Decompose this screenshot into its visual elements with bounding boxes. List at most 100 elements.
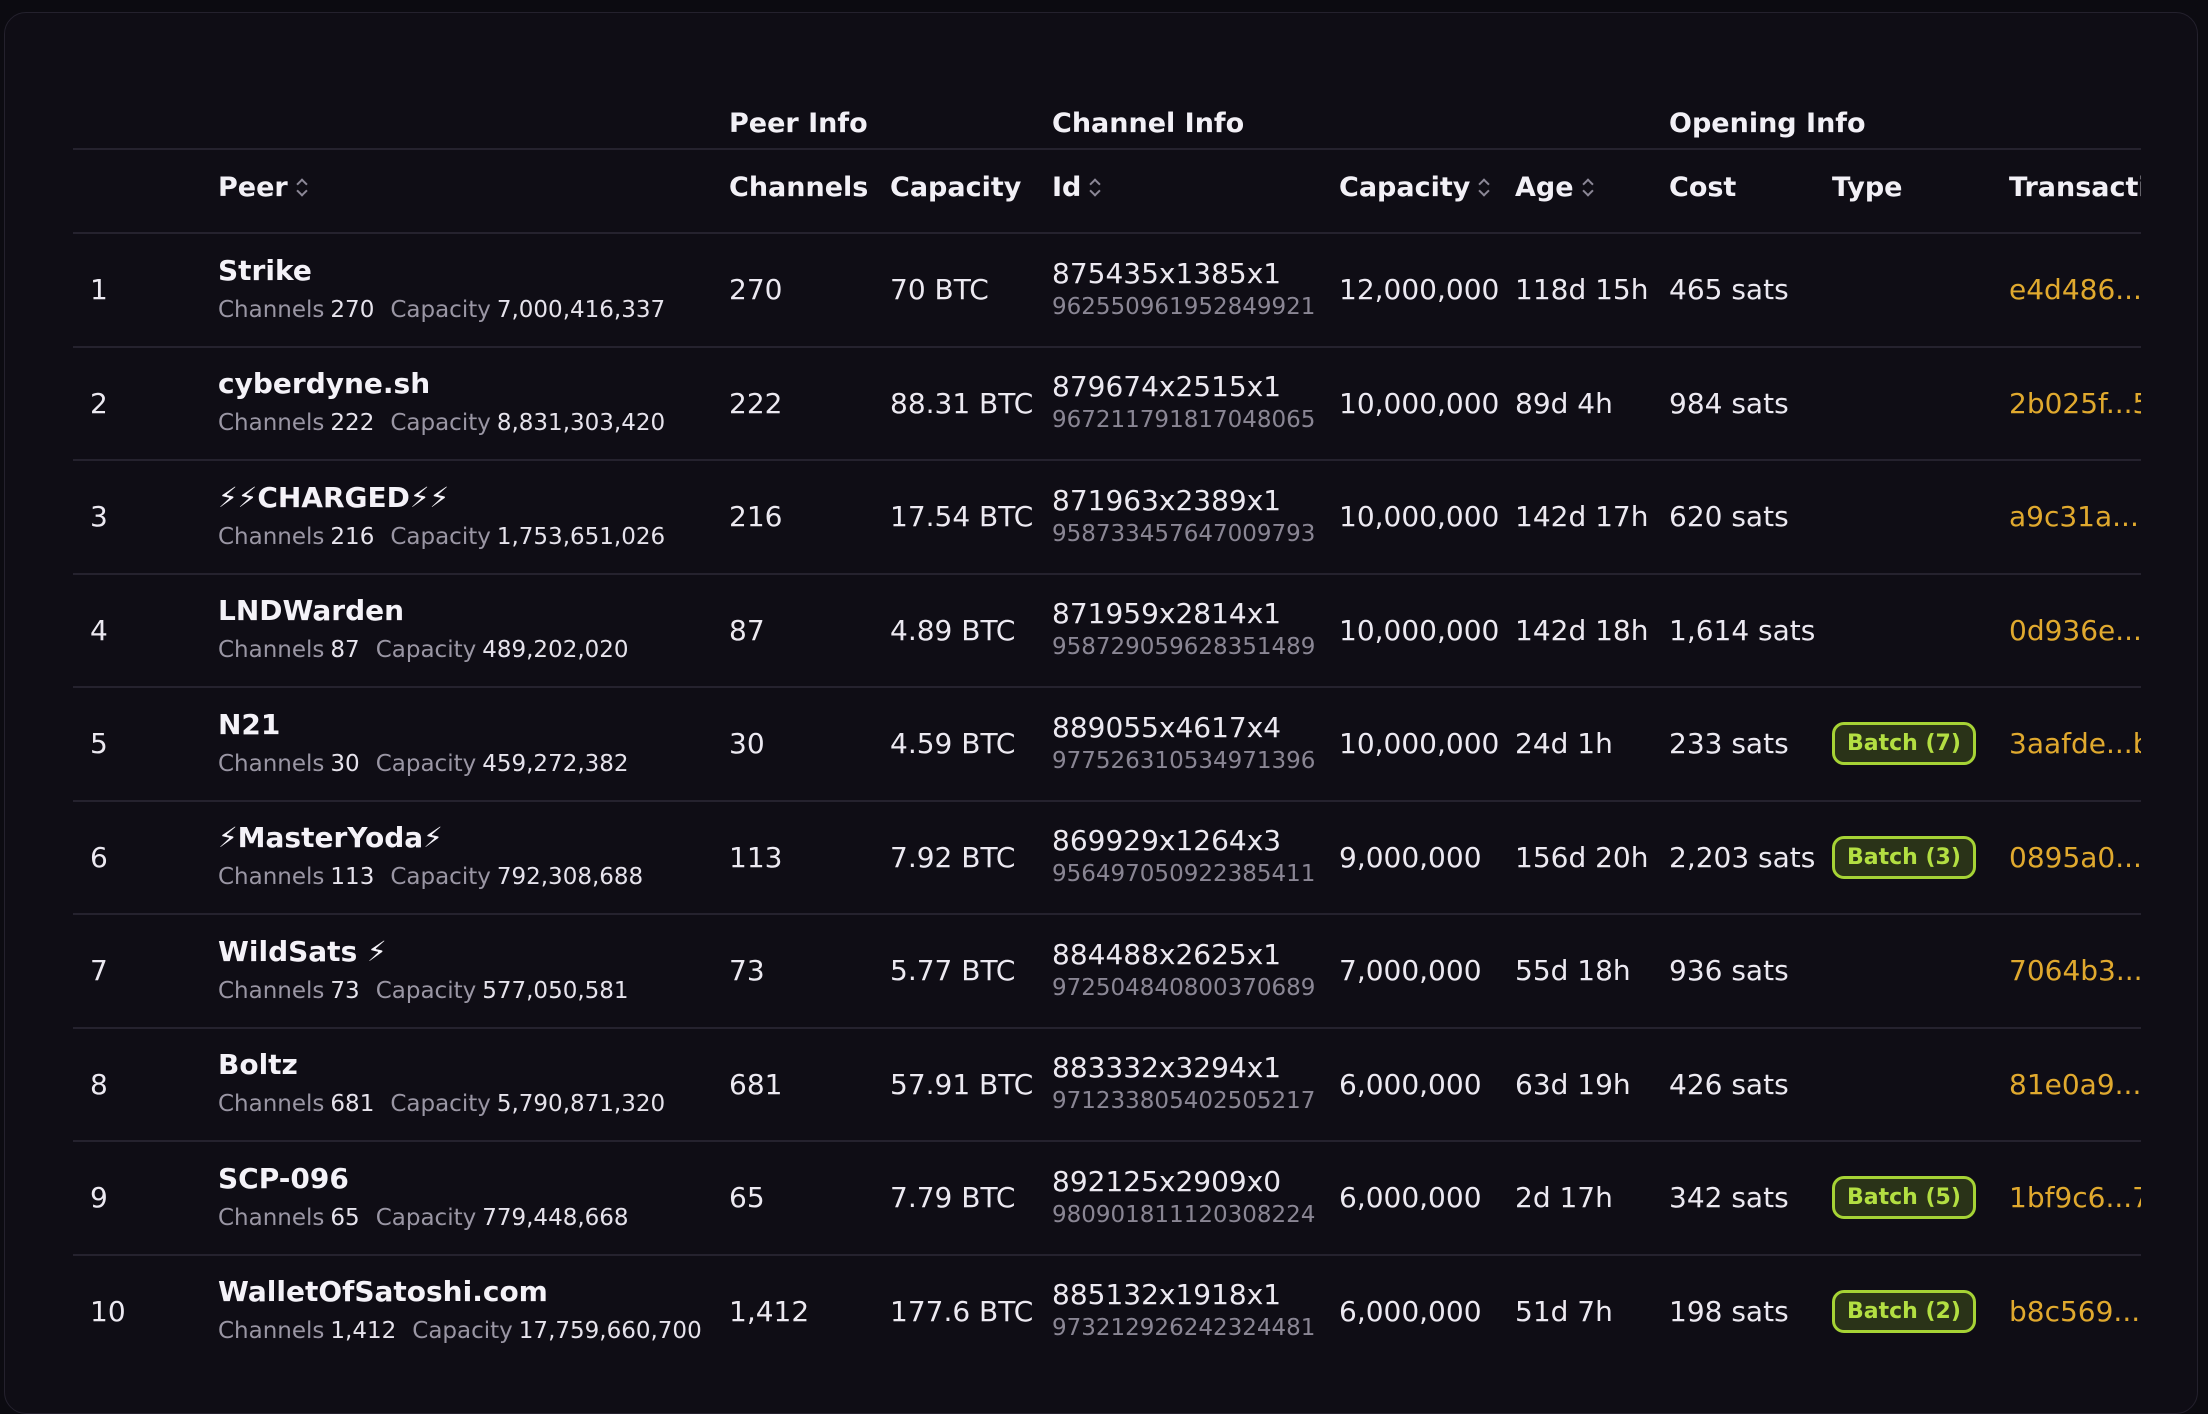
header-age-label: Age: [1515, 172, 1574, 203]
channel-id[interactable]: 871963x2389x1: [1052, 484, 1281, 518]
channel-id-numeric: 973212926242324481: [1052, 1315, 1316, 1341]
channel-id[interactable]: 889055x4617x4: [1052, 711, 1281, 745]
channel-capacity: 10,000,000: [1339, 727, 1500, 760]
peer-meta-capacity-label: Capacity: [375, 637, 477, 663]
table-row[interactable]: 7 WildSats ⚡ Channels 73 Capacity 577,050,5…: [73, 915, 2141, 1029]
table-row[interactable]: 2 cyberdyne.sh Channels 222 Capacity 8,831,…: [73, 348, 2141, 461]
channel-id[interactable]: 884488x2625x1: [1052, 938, 1281, 972]
channel-capacity: 7,000,000: [1339, 954, 1482, 987]
peer-meta-channels-label: Channels: [218, 410, 325, 436]
sort-icon[interactable]: [297, 177, 307, 199]
table-row[interactable]: 8 Boltz Channels 681 Capacity 5,790,871,320…: [73, 1029, 2141, 1142]
channel-id[interactable]: 869929x1264x3: [1052, 824, 1281, 858]
transaction-link[interactable]: 0895a0...7: [2009, 802, 2141, 913]
table-row[interactable]: 1 Strike Channels 270 Capacity 7,000,416,33…: [73, 234, 2141, 348]
peer-cell: ⚡MasterYoda⚡ Channels 113 Capacity 792,308,…: [218, 802, 659, 913]
sort-icon[interactable]: [1090, 177, 1100, 199]
sort-icon[interactable]: [1479, 177, 1489, 199]
channel-id-numeric: 958729059628351489: [1052, 634, 1316, 660]
peer-meta-capacity-label: Capacity: [390, 864, 491, 890]
channel-capacity: 6,000,000: [1339, 1067, 1482, 1101]
header-channels: Channels: [729, 172, 869, 203]
peer-name[interactable]: Boltz: [218, 1047, 298, 1083]
peer-meta-capacity-value: 5,790,871,320: [496, 1091, 666, 1117]
transaction-link[interactable]: 3aafde...b: [2009, 688, 2141, 799]
channel-id[interactable]: 875435x1385x1: [1052, 257, 1281, 291]
opening-type: Batch (5): [1832, 1142, 1976, 1253]
table-row[interactable]: 5 N21 Channels 30 Capacity 459,272,382 30 4…: [73, 688, 2141, 802]
peer-name[interactable]: cyberdyne.sh: [218, 366, 430, 402]
table-row[interactable]: 3 ⚡⚡CHARGED⚡⚡ Channels 216 Capacity 1,753,6…: [73, 461, 2141, 575]
header-age[interactable]: Age: [1515, 172, 1593, 203]
channel-capacity: 6,000,000: [1339, 1294, 1482, 1328]
peer-meta-channels-value: 113: [330, 864, 375, 890]
peer-meta-capacity-label: Capacity: [390, 410, 491, 436]
row-rank: 5: [90, 727, 108, 760]
channel-id[interactable]: 879674x2515x1: [1052, 370, 1281, 404]
channel-id[interactable]: 885132x1918x1: [1052, 1278, 1281, 1312]
peer-meta-channels-value: 1,412: [330, 1318, 397, 1344]
peer-name[interactable]: SCP-096: [218, 1161, 349, 1197]
table-row[interactable]: 6 ⚡MasterYoda⚡ Channels 113 Capacity 792,30…: [73, 802, 2141, 915]
peer-meta-channels-value: 216: [330, 523, 375, 550]
peer-meta-capacity-value: 8,831,303,420: [496, 410, 666, 436]
peer-cell: WildSats ⚡ Channels 73 Capacity 577,050,581: [218, 915, 645, 1026]
channel-id[interactable]: 871959x2814x1: [1052, 597, 1281, 631]
peer-meta-channels-value: 30: [330, 750, 360, 777]
table-row[interactable]: 10 WalletOfSatoshi.com Channels 1,412 Capa…: [73, 1256, 2141, 1368]
peer-name[interactable]: N21: [218, 707, 280, 743]
transaction-link[interactable]: a9c31a...7: [2009, 461, 2141, 572]
channel-capacity: 12,000,000: [1339, 273, 1500, 306]
opening-type: Batch (7): [1832, 688, 1976, 799]
channel-capacity: 6,000,000: [1339, 1181, 1482, 1214]
transaction-link[interactable]: b8c569...2: [2009, 1256, 2141, 1367]
transaction-link[interactable]: 0d936e...2: [2009, 575, 2141, 686]
peer-meta-capacity-value: 577,050,581: [482, 977, 629, 1004]
peer-meta-channels-label: Channels: [218, 1204, 325, 1231]
header-peer[interactable]: Peer: [218, 172, 307, 203]
channel-id-cell: 885132x1918x1 973212926242324481: [1052, 1256, 1315, 1367]
peer-name[interactable]: ⚡⚡CHARGED⚡⚡: [218, 480, 449, 516]
peer-name[interactable]: Strike: [218, 253, 312, 289]
peer-cell: LNDWarden Channels 87 Capacity 489,202,020: [218, 575, 645, 686]
header-peer-label: Peer: [218, 172, 288, 203]
opening-cost: 233 sats: [1669, 727, 1789, 760]
peer-name[interactable]: WildSats ⚡: [218, 934, 387, 970]
peer-meta-channels-value: 65: [330, 1204, 360, 1231]
peer-cell: Boltz Channels 681 Capacity 5,790,871,320: [218, 1029, 681, 1140]
sort-icon[interactable]: [1583, 177, 1593, 199]
channel-capacity: 9,000,000: [1339, 840, 1482, 874]
header-id[interactable]: Id: [1052, 172, 1100, 203]
transaction-link[interactable]: 7064b3...7: [2009, 915, 2141, 1026]
peer-meta: Channels 222 Capacity 8,831,303,420: [218, 406, 681, 440]
table-row[interactable]: 4 LNDWarden Channels 87 Capacity 489,202,02…: [73, 575, 2141, 688]
channel-id[interactable]: 892125x2909x0: [1052, 1165, 1281, 1199]
peer-cell: cyberdyne.sh Channels 222 Capacity 8,831,30…: [218, 348, 681, 459]
transaction-link[interactable]: e4d486...6: [2009, 234, 2141, 345]
peer-name[interactable]: LNDWarden: [218, 593, 404, 629]
channel-age: 142d 18h: [1515, 613, 1649, 647]
channel-age: 51d 7h: [1515, 1294, 1613, 1328]
peer-name[interactable]: WalletOfSatoshi.com: [218, 1274, 548, 1310]
channel-id-numeric: 967211791817048065: [1052, 407, 1316, 433]
peer-cell: Strike Channels 270 Capacity 7,000,416,337: [218, 234, 681, 345]
channel-id-numeric: 956497050922385411: [1052, 861, 1316, 887]
row-rank: 4: [90, 613, 108, 647]
channel-id-cell: 884488x2625x1 972504840800370689: [1052, 915, 1315, 1026]
peer-meta: Channels 270 Capacity 7,000,416,337: [218, 293, 681, 327]
channel-id[interactable]: 883332x3294x1: [1052, 1051, 1281, 1085]
row-rank: 7: [90, 954, 108, 987]
table-row[interactable]: 9 SCP-096 Channels 65 Capacity 779,448,668 …: [73, 1142, 2141, 1256]
peer-meta-channels-label: Channels: [218, 523, 325, 550]
table-body: 1 Strike Channels 270 Capacity 7,000,416,33…: [73, 234, 2141, 1367]
batch-badge: Batch (3): [1832, 835, 1976, 879]
column-header-row: Peer Channels Capacity Id Capacity Age C…: [73, 150, 2141, 234]
transaction-link[interactable]: 1bf9c6...7: [2009, 1142, 2141, 1253]
peer-name[interactable]: ⚡MasterYoda⚡: [218, 820, 443, 856]
peer-meta-capacity-value: 779,448,668: [482, 1204, 629, 1231]
header-channel-capacity[interactable]: Capacity: [1339, 172, 1489, 203]
peer-meta: Channels 1,412 Capacity 17,759,660,700: [218, 1314, 718, 1348]
transaction-link[interactable]: 2b025f...5: [2009, 348, 2141, 459]
transaction-link[interactable]: 81e0a9...b: [2009, 1029, 2141, 1140]
channel-id-cell: 879674x2515x1 967211791817048065: [1052, 348, 1315, 459]
